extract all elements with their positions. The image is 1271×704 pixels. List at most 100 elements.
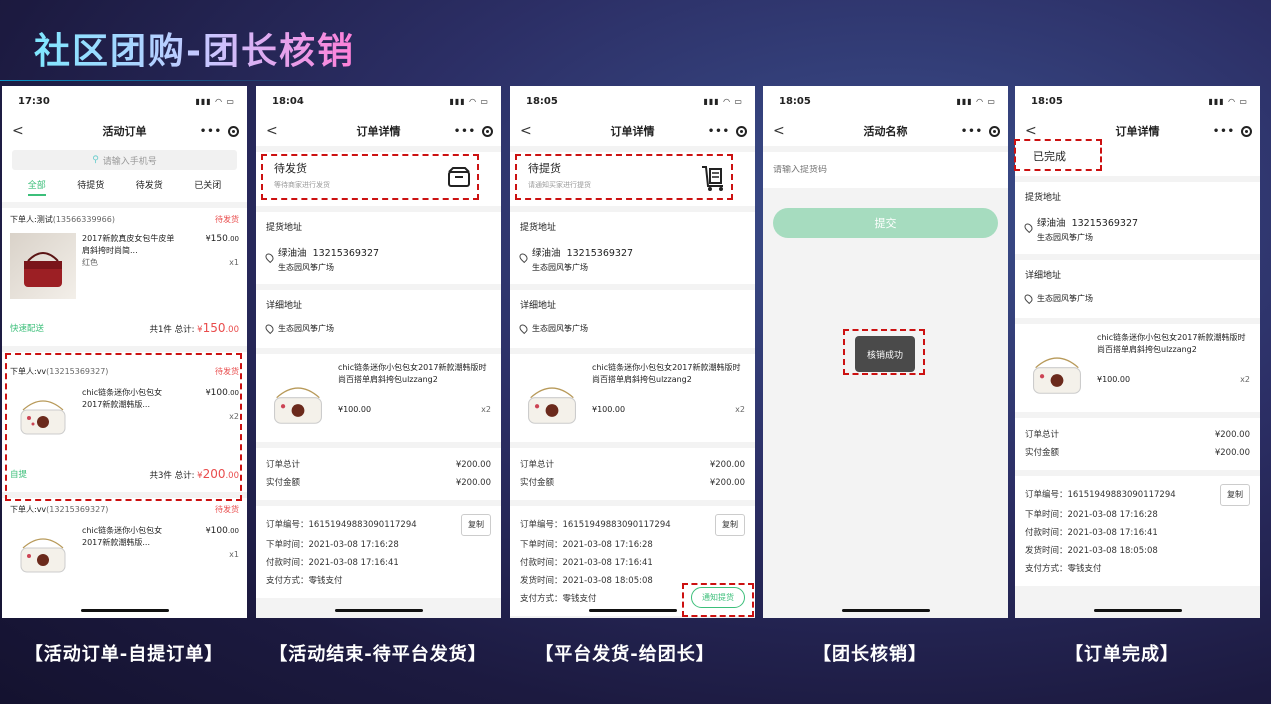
nav-bar: < 订单详情 •••: [256, 116, 501, 146]
paid-amount: ¥200.00: [1214, 448, 1250, 458]
detail-address-section: 详细地址 生态园风筝广场: [1015, 260, 1260, 318]
caption-pending-ship: 【活动结束-待平台发货】: [269, 644, 487, 665]
paid-amount: ¥200.00: [709, 478, 745, 488]
product-image-white-bag: [10, 525, 76, 581]
product-image-red-bag: [10, 233, 76, 299]
order-time: 下单时间：2021-03-08 17:16:28: [266, 540, 399, 550]
status-time: 18:05: [779, 95, 811, 107]
product-qty: x2: [735, 405, 745, 414]
highlight-pending-ship-status: [261, 154, 479, 200]
detail-place: 生态园风筝广场: [278, 324, 334, 333]
pickup-phone: 13215369327: [566, 248, 634, 259]
status-bar: 18:04 ▮▮▮ ◠ ▭: [256, 86, 501, 116]
order-card[interactable]: 下单人:vv(13215369327) 待发货 chic链条迷你小包包女2017新…: [2, 498, 247, 618]
product-title: chic链条迷你小包包女2017新款潮韩版...: [82, 526, 163, 547]
pickup-place: 生态园风筝广场: [532, 263, 588, 272]
signal-wifi-battery-icon: ▮▮▮ ◠ ▭: [449, 96, 489, 106]
detail-address-section: 详细地址 生态园风筝广场: [256, 290, 501, 348]
product-variant: 红色: [82, 258, 98, 267]
close-mini-icon[interactable]: [228, 125, 239, 137]
more-icon[interactable]: •••: [1213, 126, 1235, 137]
status-time: 17:30: [18, 95, 50, 107]
tab-closed[interactable]: 已关闭: [194, 178, 221, 196]
product-section: chic链条迷你小包包女2017新款潮韩版时尚百搭单肩斜挎包ulzzang2 ¥…: [256, 354, 501, 442]
detail-address-section: 详细地址 生态园风筝广场: [510, 290, 755, 348]
close-mini-icon[interactable]: [1241, 125, 1252, 137]
order-time: 下单时间：2021-03-08 17:16:28: [1025, 510, 1158, 520]
product-price: ¥150.00: [205, 234, 239, 244]
tab-pending-ship[interactable]: 待发货: [136, 178, 163, 196]
amount-section: 订单总计 ¥200.00 实付金额 ¥200.00: [510, 448, 755, 500]
capsule-menu[interactable]: •••: [961, 125, 1000, 137]
product-title: chic链条迷你小包包女2017新款潮韩版时尚百搭单肩斜挎包ulzzang2: [1097, 333, 1246, 354]
capsule-menu[interactable]: •••: [708, 125, 747, 137]
more-icon[interactable]: •••: [961, 126, 983, 137]
product-price: ¥100.00: [592, 405, 626, 414]
nav-title: 订单详情: [356, 125, 401, 138]
phone-activity-orders: 17:30 ▮▮▮ ◠ ▭ < 活动订单 ••• ⚲ 请输入手机号 全部 待提货 待…: [2, 86, 247, 618]
caption-activity-orders: 【活动订单-自提订单】: [24, 644, 224, 665]
product-price: ¥100.00: [205, 526, 239, 536]
capsule-menu[interactable]: •••: [454, 125, 493, 137]
signal-wifi-battery-icon: ▮▮▮ ◠ ▭: [1208, 96, 1248, 106]
pickup-code-input[interactable]: [773, 165, 998, 175]
highlight-verify-toast: [843, 329, 925, 375]
search-placeholder: 请输入手机号: [102, 156, 157, 167]
order-total: ¥200.00: [1214, 430, 1250, 440]
pay-method: 支付方式：零钱支付: [1025, 564, 1102, 574]
pay-method: 支付方式：零钱支付: [266, 576, 343, 586]
product-image-white-bag: [528, 387, 576, 424]
copy-button[interactable]: 复制: [461, 514, 491, 536]
order-card[interactable]: 下单人:测试(13566339966) 待发货 2017新款真皮女包牛皮单肩斜挎时…: [2, 208, 247, 346]
status-time: 18:04: [272, 95, 304, 107]
product-image-white-bag: [1033, 357, 1081, 394]
back-icon[interactable]: <: [12, 123, 24, 139]
tab-pending-pickup[interactable]: 待提货: [77, 178, 104, 196]
submit-button[interactable]: 提交: [773, 208, 998, 238]
highlight-completed-status: [1014, 139, 1102, 171]
location-pin-icon: [263, 251, 276, 264]
tab-all[interactable]: 全部: [27, 178, 46, 196]
capsule-menu[interactable]: •••: [1213, 125, 1252, 137]
section-label: 详细地址: [1025, 271, 1062, 281]
order-number: 订单编号：16151949883090117294: [1025, 490, 1176, 500]
close-mini-icon[interactable]: [989, 125, 1000, 137]
close-mini-icon[interactable]: [482, 125, 493, 137]
copy-button[interactable]: 复制: [1220, 484, 1250, 506]
back-icon[interactable]: <: [266, 123, 278, 139]
copy-button[interactable]: 复制: [715, 514, 745, 536]
order-total: ¥200.00: [455, 460, 491, 470]
more-icon[interactable]: •••: [454, 126, 476, 137]
product-section: chic链条迷你小包包女2017新款潮韩版时尚百搭单肩斜挎包ulzzang2 ¥…: [1015, 324, 1260, 412]
more-icon[interactable]: •••: [708, 126, 730, 137]
order-tabs: 全部 待提货 待发货 已关闭: [12, 178, 237, 196]
close-mini-icon[interactable]: [736, 125, 747, 137]
status-time: 18:05: [526, 95, 558, 107]
product-qty: x1: [229, 258, 239, 267]
more-icon[interactable]: •••: [200, 126, 222, 137]
pickup-address-section: 提货地址 绿油油 13215369327 生态园风筝广场: [256, 212, 501, 284]
order-number: 订单编号：16151949883090117294: [266, 520, 417, 530]
order-status: 待发货: [215, 505, 239, 514]
section-label: 提货地址: [266, 223, 303, 233]
order-total: ¥200.00: [709, 460, 745, 470]
detail-place: 生态园风筝广场: [532, 324, 588, 333]
caption-platform-ship: 【平台发货-给团长】: [535, 644, 715, 665]
home-indicator: [841, 609, 930, 612]
back-icon[interactable]: <: [1025, 123, 1037, 139]
nav-bar: < 活动名称 •••: [763, 116, 1008, 146]
back-icon[interactable]: <: [773, 123, 785, 139]
location-pin-icon: [1022, 292, 1035, 305]
search-input[interactable]: ⚲ 请输入手机号: [12, 150, 237, 170]
pay-time: 付款时间：2021-03-08 17:16:41: [520, 558, 653, 568]
section-label: 详细地址: [520, 301, 557, 311]
caption-order-complete: 【订单完成】: [1065, 644, 1179, 665]
back-icon[interactable]: <: [520, 123, 532, 139]
home-indicator: [80, 609, 169, 612]
section-label: 提货地址: [520, 223, 557, 233]
location-pin-icon: [517, 251, 530, 264]
capsule-menu[interactable]: •••: [200, 125, 239, 137]
location-pin-icon: [1022, 221, 1035, 234]
slide-title: 社区团购-团长核销: [34, 22, 355, 74]
status-bar: 18:05 ▮▮▮ ◠ ▭: [1015, 86, 1260, 116]
